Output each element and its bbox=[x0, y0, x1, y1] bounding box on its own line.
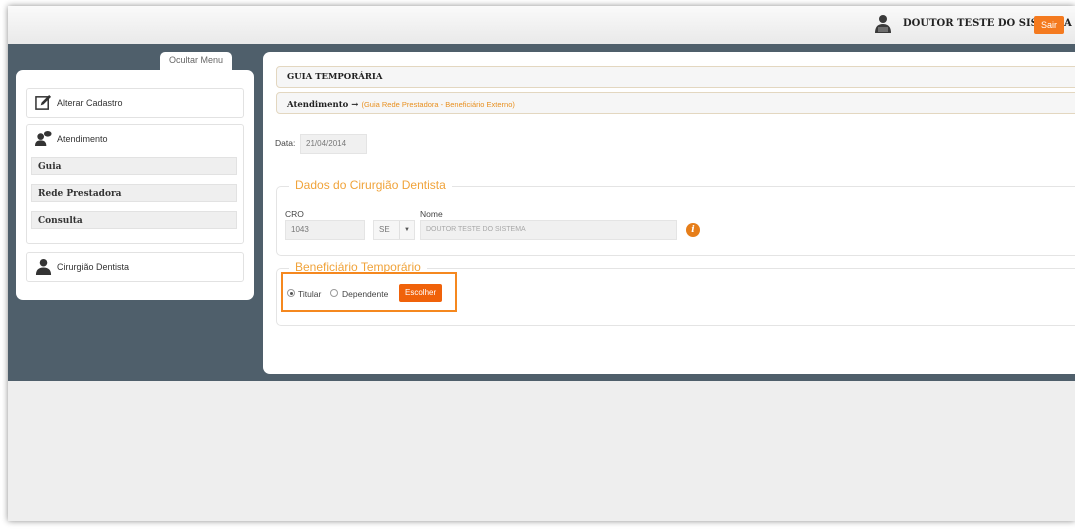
sidebar-item-atendimento[interactable]: Atendimento bbox=[57, 134, 108, 144]
info-icon[interactable]: i bbox=[686, 223, 700, 237]
app-window: DOUTOR TESTE DO SISTEMA Sair Ocultar Men… bbox=[8, 6, 1075, 521]
person-icon bbox=[35, 258, 52, 275]
chevron-down-icon: ▼ bbox=[399, 221, 414, 239]
name-field: DOUTOR TESTE DO SISTEMA bbox=[420, 220, 677, 240]
sidebar: Alterar Cadastro Atendimento Guia Rede P… bbox=[16, 70, 254, 300]
cro-label: CRO bbox=[285, 209, 304, 219]
date-label: Data: bbox=[275, 138, 296, 148]
sidebar-item-label: Cirurgião Dentista bbox=[57, 262, 130, 272]
user-icon bbox=[875, 15, 891, 33]
dentist-section-title: Dados do Cirurgião Dentista bbox=[289, 178, 452, 192]
user-speech-icon bbox=[35, 130, 52, 147]
dentist-fieldset: Dados do Cirurgião Dentista CRO 1043 SE … bbox=[276, 178, 1075, 256]
top-bar: DOUTOR TESTE DO SISTEMA Sair bbox=[8, 6, 1075, 45]
breadcrumb-root: Atendimento → bbox=[287, 100, 359, 110]
sidebar-item-label: Alterar Cadastro bbox=[57, 98, 123, 108]
page-footer-area bbox=[8, 381, 1075, 521]
main-panel: GUIA TEMPORÁRIA Atendimento → (Guia Rede… bbox=[263, 52, 1075, 374]
page-title-bar: GUIA TEMPORÁRIA bbox=[276, 66, 1075, 88]
highlight-box bbox=[281, 272, 457, 312]
logout-button[interactable]: Sair bbox=[1034, 16, 1064, 34]
cro-field[interactable]: 1043 bbox=[285, 220, 365, 240]
breadcrumb-link[interactable]: (Guia Rede Prestadora - Beneficiário Ext… bbox=[361, 100, 514, 109]
sidebar-item-rede-prestadora[interactable]: Rede Prestadora bbox=[31, 184, 237, 202]
breadcrumb: Atendimento → (Guia Rede Prestadora - Be… bbox=[276, 92, 1075, 114]
sidebar-item-alterar-cadastro[interactable]: Alterar Cadastro bbox=[26, 88, 244, 118]
name-label: Nome bbox=[420, 209, 443, 219]
page-title: GUIA TEMPORÁRIA bbox=[287, 72, 383, 82]
uf-select[interactable]: SE ▼ bbox=[373, 220, 415, 240]
uf-select-value: SE bbox=[379, 225, 390, 234]
sidebar-group-atendimento: Atendimento Guia Rede Prestadora Consult… bbox=[26, 124, 244, 244]
sidebar-item-cirurgiao-dentista[interactable]: Cirurgião Dentista bbox=[26, 252, 244, 282]
breadcrumb-content: Atendimento → (Guia Rede Prestadora - Be… bbox=[287, 98, 515, 110]
date-field[interactable]: 21/04/2014 bbox=[300, 134, 367, 154]
sidebar-item-consulta[interactable]: Consulta bbox=[31, 211, 237, 229]
sidebar-item-guia[interactable]: Guia bbox=[31, 157, 237, 175]
edit-icon bbox=[35, 94, 52, 110]
